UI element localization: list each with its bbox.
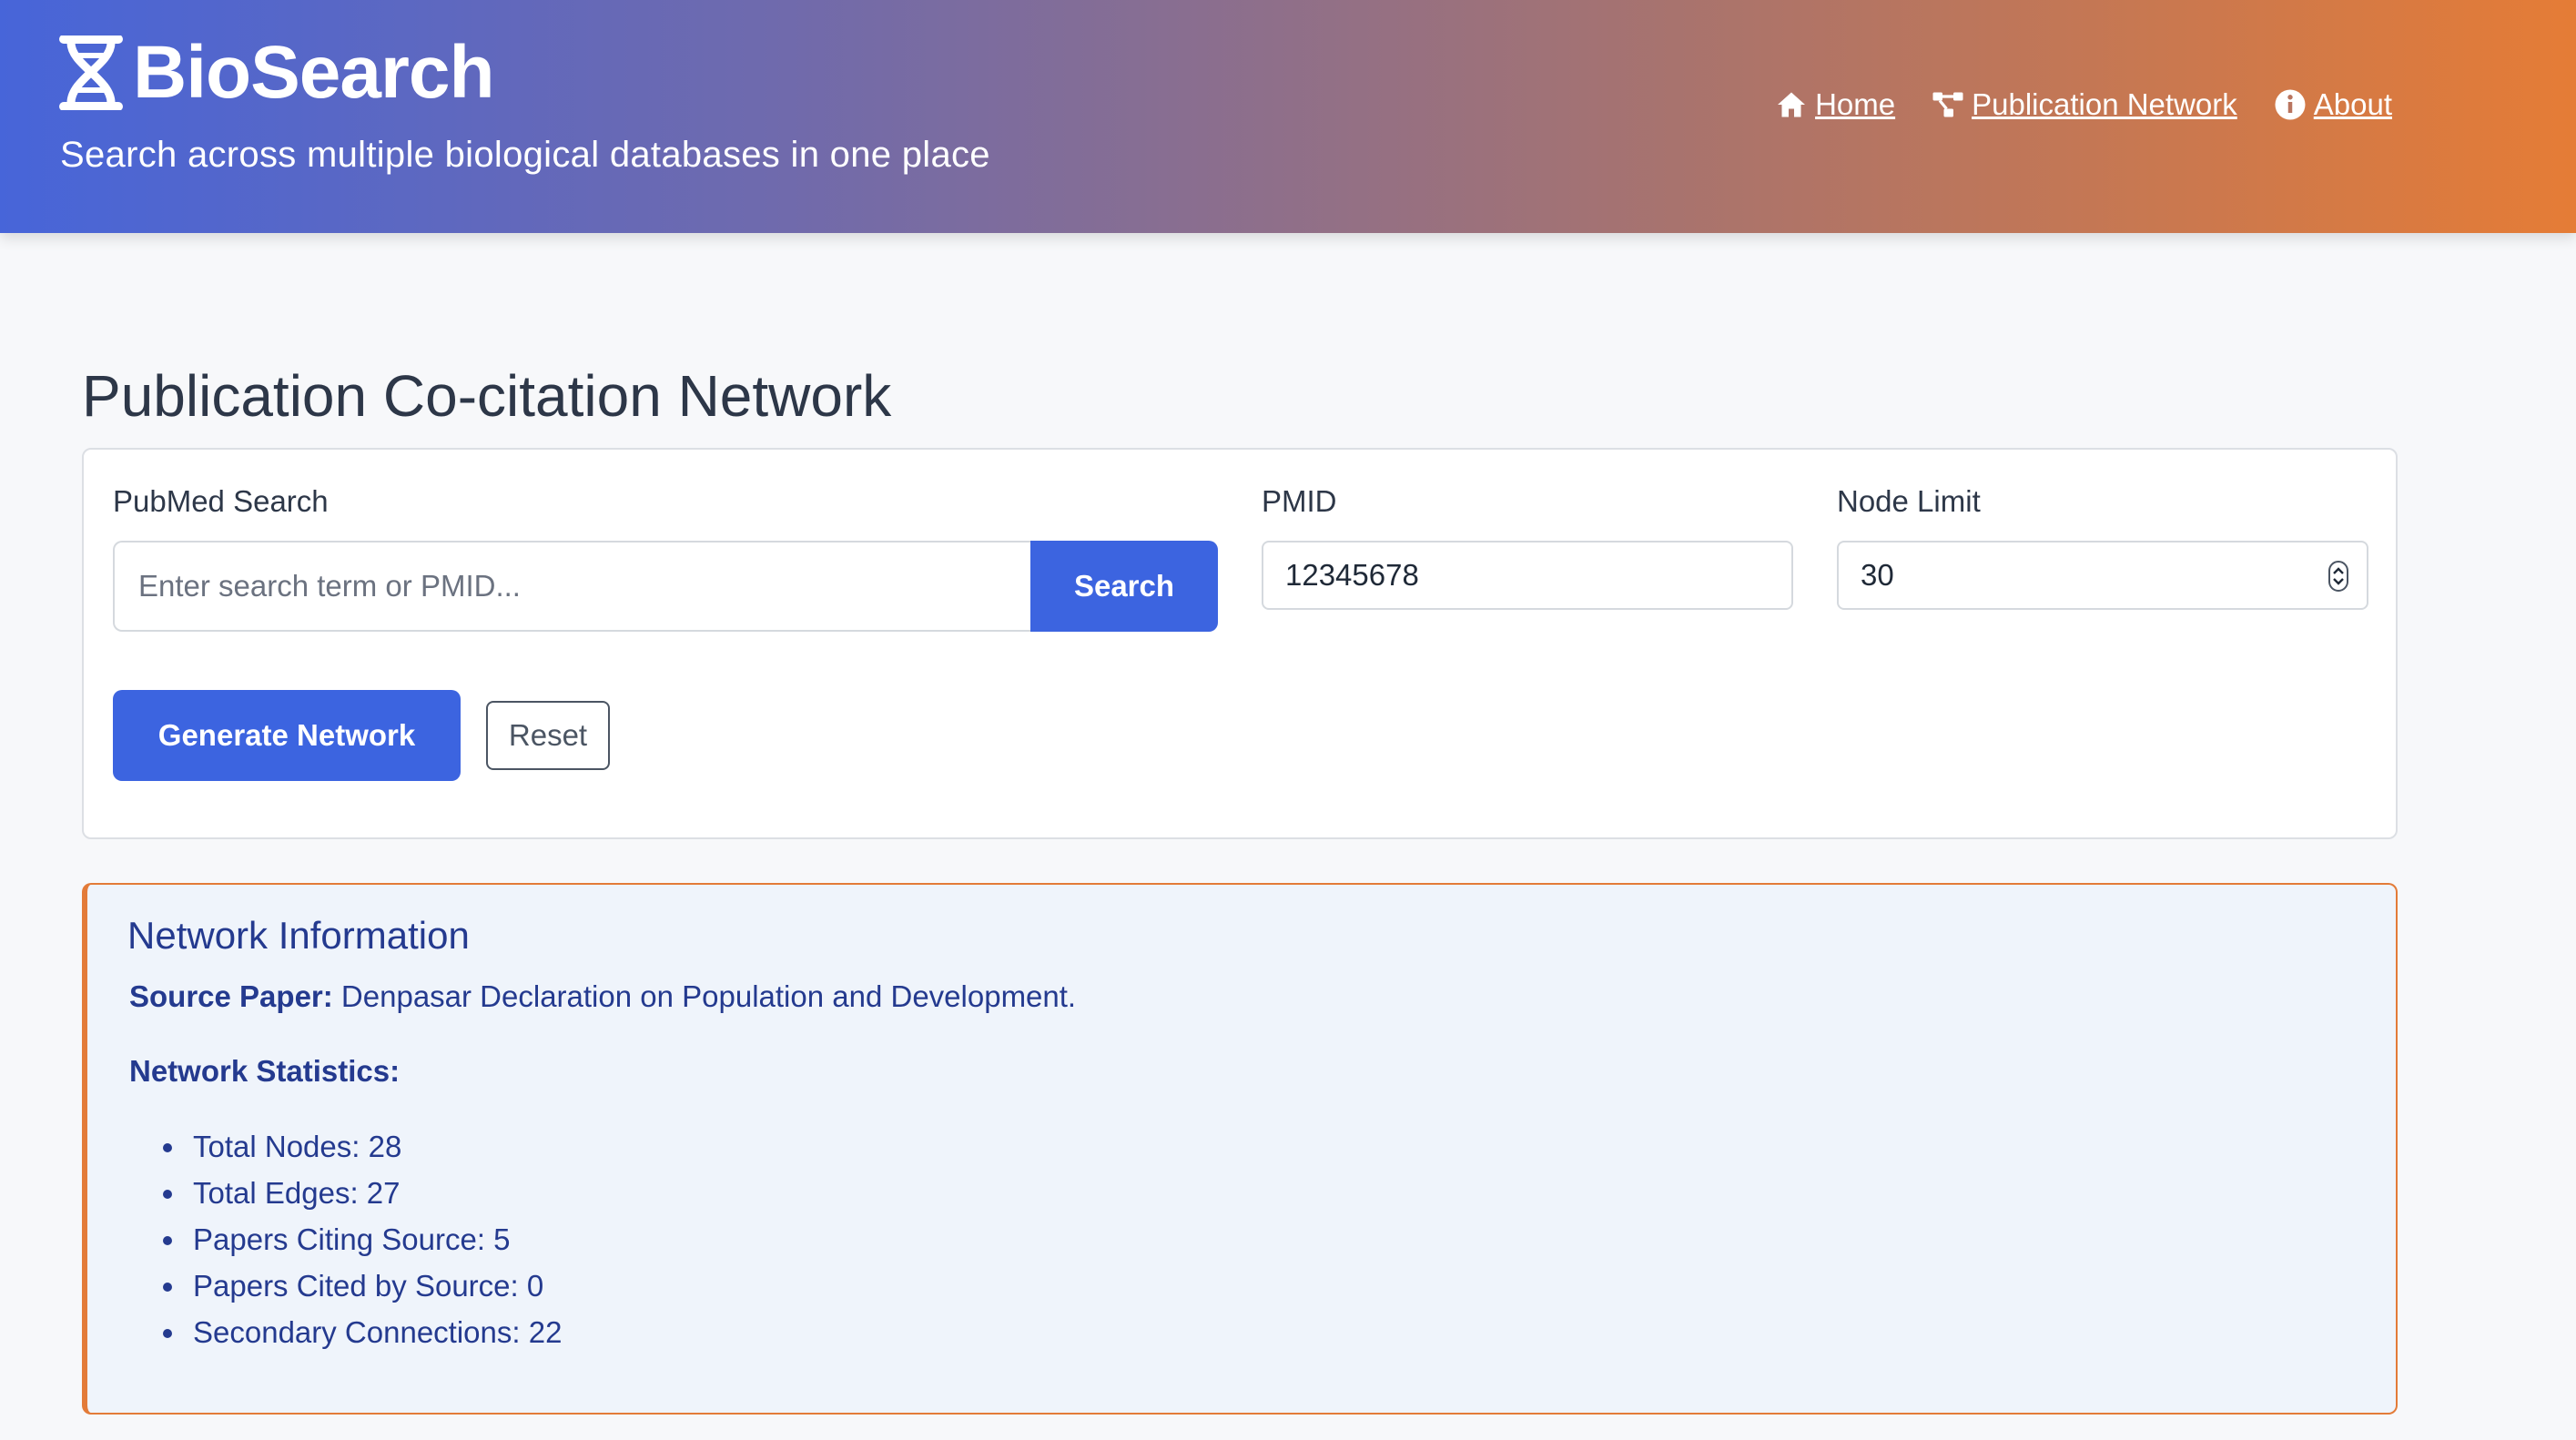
source-paper-label: Source Paper: [129, 979, 333, 1013]
source-paper: Source Paper: Denpasar Declaration on Po… [129, 979, 1076, 1014]
dna-icon [59, 35, 123, 110]
page-title: Publication Co-citation Network [82, 363, 892, 429]
node-limit-label: Node Limit [1837, 484, 1981, 518]
stat-secondary-connections: Secondary Connections: 22 [188, 1309, 562, 1355]
network-info-title: Network Information [127, 914, 470, 957]
stat-papers-cited: Papers Cited by Source: 0 [188, 1263, 562, 1309]
network-stats-label: Network Statistics: [129, 1054, 401, 1088]
generate-network-button[interactable]: Generate Network [113, 690, 461, 781]
network-form-card: PubMed Search Search PMID 12345678 Node … [82, 448, 2398, 839]
stepper-arrows-icon[interactable] [2328, 561, 2348, 592]
brand-title: BioSearch [133, 31, 495, 114]
pmid-value: 12345678 [1285, 558, 1419, 592]
stat-total-nodes: Total Nodes: 28 [188, 1123, 562, 1170]
main-nav: Home Publication Network About [1775, 87, 2392, 122]
home-icon [1778, 92, 1806, 117]
source-paper-value: Denpasar Declaration on Population and D… [340, 979, 1077, 1013]
pmid-label: PMID [1262, 484, 1337, 518]
site-header: BioSearch Search across multiple biologi… [0, 0, 2576, 233]
nav-about-label: About [2313, 87, 2392, 121]
nav-home-label: Home [1815, 87, 1896, 121]
info-icon [2275, 89, 2306, 120]
network-icon [1932, 92, 1963, 117]
reset-button[interactable]: Reset [486, 701, 610, 770]
network-info-panel: Network Information Source Paper: Denpas… [82, 883, 2398, 1415]
search-button[interactable]: Search [1030, 541, 1218, 632]
pmid-input[interactable]: 12345678 [1262, 541, 1793, 610]
pubmed-search-group: Search [113, 541, 1218, 632]
pubmed-search-input[interactable] [113, 541, 1030, 632]
network-stats-list: Total Nodes: 28 Total Edges: 27 Papers C… [188, 1123, 562, 1355]
nav-publication-network[interactable]: Publication Network [1932, 87, 2237, 122]
pubmed-search-label: PubMed Search [113, 484, 329, 518]
node-limit-value: 30 [1861, 558, 1894, 592]
nav-home[interactable]: Home [1775, 87, 1895, 122]
stat-total-edges: Total Edges: 27 [188, 1170, 562, 1216]
nav-publication-network-label: Publication Network [1972, 87, 2237, 121]
brand-logo[interactable]: BioSearch [58, 27, 495, 118]
tagline: Search across multiple biological databa… [60, 135, 990, 175]
node-limit-stepper[interactable]: 30 [1837, 541, 2368, 610]
nav-about[interactable]: About [2274, 87, 2392, 122]
stat-papers-citing: Papers Citing Source: 5 [188, 1216, 562, 1263]
